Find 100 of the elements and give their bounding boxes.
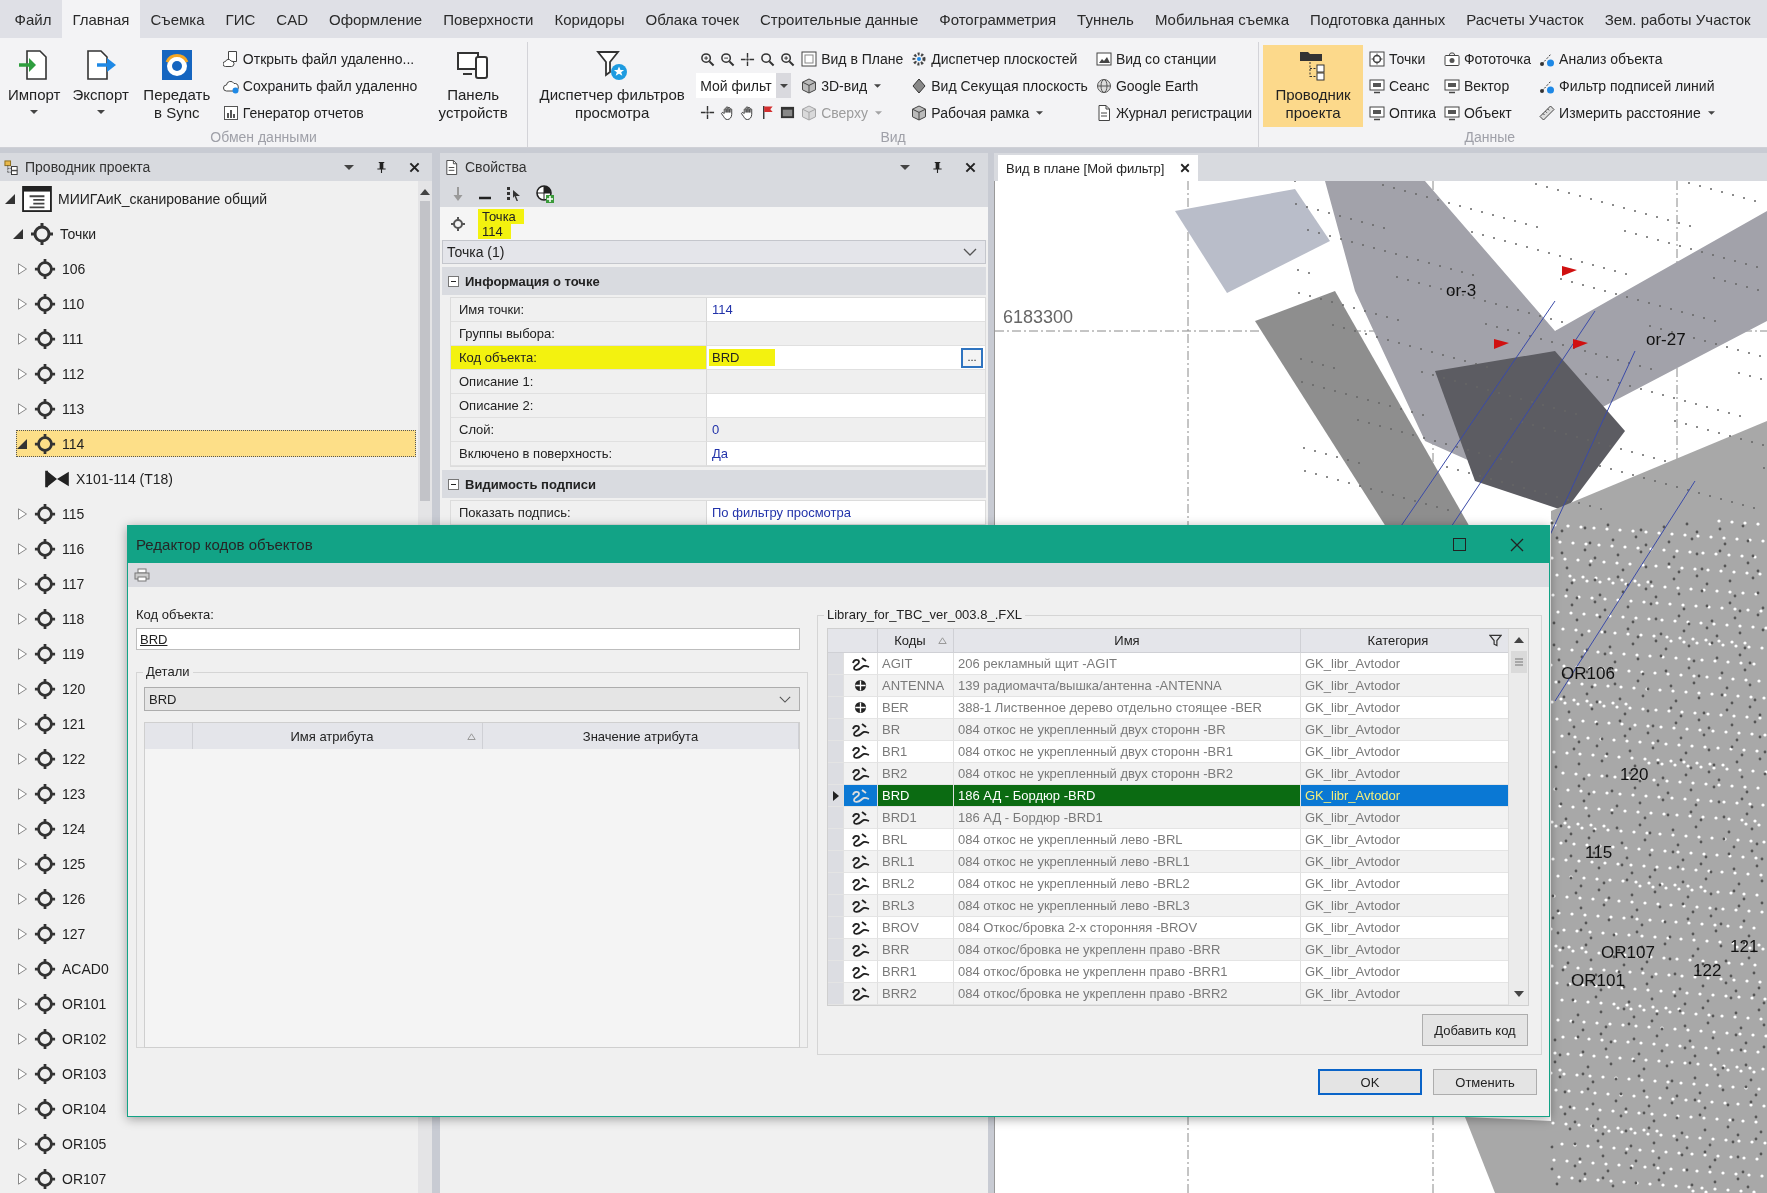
magnifier-plus-icon[interactable] xyxy=(780,51,796,67)
tree-item[interactable]: OR107 xyxy=(16,1165,113,1192)
combo-dropdown-button[interactable] xyxy=(776,73,792,98)
ribbon-button[interactable]: 3D-вид xyxy=(799,73,906,98)
tree-item[interactable]: МИИГАиК_сканирование общий xyxy=(4,185,274,212)
ribbon-button[interactable]: Фототочка xyxy=(1441,46,1534,71)
table-row[interactable]: BROV 084 Откос/бровка 2-х сторонняя -BROV GK_libr_Avtodor xyxy=(828,917,1508,939)
filter-combo[interactable]: Мой фильт xyxy=(696,73,777,98)
ribbon-button[interactable]: Импорт xyxy=(4,45,65,127)
crosshair-icon[interactable] xyxy=(700,104,716,120)
ribbon-button[interactable]: Диспетчер фильтров просмотра xyxy=(532,45,693,127)
menu-tab[interactable]: Подготовка данных xyxy=(1299,0,1456,38)
ok-button[interactable]: OK xyxy=(1318,1069,1422,1095)
tree-item[interactable]: 117 xyxy=(16,570,91,597)
ribbon-button[interactable]: Генератор отчетов xyxy=(220,100,420,125)
menu-tab[interactable]: Файл xyxy=(4,0,62,38)
menu-tab[interactable]: Зем. работы Участок xyxy=(1594,0,1762,38)
close-icon[interactable] xyxy=(965,161,976,173)
tree-item[interactable]: 111 xyxy=(16,325,90,352)
printer-icon[interactable] xyxy=(134,568,150,582)
ribbon-button[interactable]: Панель устройств xyxy=(423,45,524,127)
tree-item[interactable]: 122 xyxy=(16,745,92,772)
ribbon-button[interactable]: Передать в Sync xyxy=(136,45,217,127)
ribbon-button[interactable]: Вид Секущая плоскость xyxy=(909,73,1090,98)
table-row[interactable]: BRR2 084 откос/бровка не укрепленн право -BRR2 GK_libr_Avtodor xyxy=(828,983,1508,1005)
tree-item[interactable]: 124 xyxy=(16,815,92,842)
table-row[interactable]: BR2 084 откос не укрепленный двух сторонн -BR2 GK_libr_Avtodor xyxy=(828,763,1508,785)
tree-item[interactable]: 123 xyxy=(16,780,92,807)
ribbon-button[interactable]: Измерить расстояние xyxy=(1537,100,1717,125)
ribbon-button[interactable]: Вектор xyxy=(1441,73,1534,98)
menu-tab[interactable]: Облака точек xyxy=(635,0,750,38)
tree-item[interactable]: 112 xyxy=(16,360,91,387)
ribbon-button[interactable]: Открыть файл удаленно... xyxy=(220,46,420,71)
table-row[interactable]: BRL1 084 откос не укрепленный лево -BRL1 GK_libr_Avtodor xyxy=(828,851,1508,873)
menu-tab[interactable]: Оформление xyxy=(318,0,433,38)
ribbon-button[interactable]: Оптика xyxy=(1367,100,1438,125)
menu-tab[interactable]: Коридоры xyxy=(543,0,635,38)
ribbon-button[interactable]: Журнал регистрации xyxy=(1093,100,1255,125)
tree-item[interactable]: 116 xyxy=(16,535,91,562)
globe-plus-icon[interactable] xyxy=(536,185,554,203)
menu-tab[interactable]: Поверхности xyxy=(432,0,544,38)
tree-item[interactable]: 127 xyxy=(16,920,92,947)
bars-cursor-icon[interactable] xyxy=(506,186,522,202)
table-row[interactable]: BRR1 084 откос/бровка не укрепленн право -BRR1 GK_libr_Avtodor xyxy=(828,961,1508,983)
menu-tab[interactable]: CAD xyxy=(265,0,319,38)
tree-item[interactable]: 119 xyxy=(16,640,91,667)
add-code-button[interactable]: Добавить код xyxy=(1422,1014,1528,1046)
menu-tab[interactable]: Туннель xyxy=(1066,0,1145,38)
tree-item[interactable]: 125 xyxy=(16,850,92,877)
table-row[interactable]: BRR 084 откос/бровка не укрепленн право -BRR GK_libr_Avtodor xyxy=(828,939,1508,961)
ribbon-button[interactable]: Рабочая рамка xyxy=(909,100,1090,125)
magnifier-minus-icon[interactable] xyxy=(720,51,736,67)
cancel-button[interactable]: Отменить xyxy=(1433,1069,1537,1095)
tree-item[interactable]: OR105 xyxy=(16,1130,113,1157)
triangle-icon[interactable] xyxy=(4,192,16,205)
table-row[interactable]: BRL3 084 откос не укрепленный лево -BRL3 GK_libr_Avtodor xyxy=(828,895,1508,917)
ribbon-button[interactable]: Диспетчер плоскостей xyxy=(909,46,1090,71)
caret-icon[interactable] xyxy=(344,164,354,170)
scrollbar-thumb[interactable] xyxy=(420,201,430,501)
funnel-icon[interactable] xyxy=(1489,634,1502,647)
tree-item[interactable]: OR103 xyxy=(16,1060,113,1087)
map-tab[interactable]: Вид в плане [Мой фильтр] xyxy=(998,155,1199,181)
tree-item[interactable]: 126 xyxy=(16,885,92,912)
pin-icon[interactable] xyxy=(376,160,387,174)
pin-icon[interactable] xyxy=(932,160,943,174)
scrollbar-thumb[interactable] xyxy=(1510,651,1527,673)
table-row[interactable]: BRD1 186 АД - Бордюр -BRD1 GK_libr_Avtodor xyxy=(828,807,1508,829)
close-icon[interactable] xyxy=(409,161,420,173)
ribbon-button[interactable]: Вид со станции xyxy=(1093,46,1255,71)
browse-button[interactable]: ... xyxy=(961,347,983,368)
tree-item[interactable]: ACAD0 xyxy=(16,955,115,982)
ribbon-button[interactable]: Проводник проекта xyxy=(1263,45,1364,127)
ribbon-button[interactable]: Объект xyxy=(1441,100,1534,125)
ribbon-button[interactable]: Фильтр подписей линий xyxy=(1537,73,1717,98)
code-input-field[interactable]: BRD xyxy=(136,628,800,650)
ribbon-button[interactable]: Сохранить файл удаленно xyxy=(220,73,420,98)
object-selector[interactable]: Точка (1) xyxy=(442,240,986,264)
caret-icon[interactable] xyxy=(900,164,910,170)
ribbon-button[interactable]: Сеанс xyxy=(1367,73,1438,98)
tree-item[interactable]: OR104 xyxy=(16,1095,113,1122)
table-row[interactable]: BRD 186 АД - Бордюр -BRD GK_libr_Avtodor xyxy=(828,785,1508,807)
tree-item[interactable]: 106 xyxy=(16,255,92,282)
tree-item[interactable]: 118 xyxy=(16,605,91,632)
table-row[interactable]: AGIT 206 рекламный щит -AGIT GK_libr_Avtodor xyxy=(828,653,1508,675)
column-header[interactable]: Значение атрибута xyxy=(483,723,799,749)
tree-item[interactable]: 120 xyxy=(16,675,92,702)
menu-tab[interactable]: ГИС xyxy=(215,0,266,38)
tree-item[interactable]: 121 xyxy=(16,710,92,737)
arrow-down-icon[interactable] xyxy=(1513,991,1524,997)
ribbon-button[interactable]: Google Earth xyxy=(1093,73,1255,98)
ribbon-button[interactable]: Вид в Плане xyxy=(799,46,906,71)
menu-tab[interactable]: Расчеты Участок xyxy=(1455,0,1595,38)
triangle-icon[interactable] xyxy=(16,437,28,450)
menu-tab[interactable]: Строительные данные xyxy=(749,0,929,38)
tree-item[interactable]: OR102 xyxy=(16,1025,113,1052)
tree-item[interactable]: Точки xyxy=(12,220,103,247)
arrow-up-icon[interactable] xyxy=(1513,637,1524,643)
ribbon-button[interactable]: Экспорт xyxy=(68,45,133,127)
tree-item[interactable]: X101-114 (T18) xyxy=(26,465,179,492)
table-row[interactable]: BER 388-1 Лиственное дерево отдельно стоящее -BER GK_libr_Avtodor xyxy=(828,697,1508,719)
